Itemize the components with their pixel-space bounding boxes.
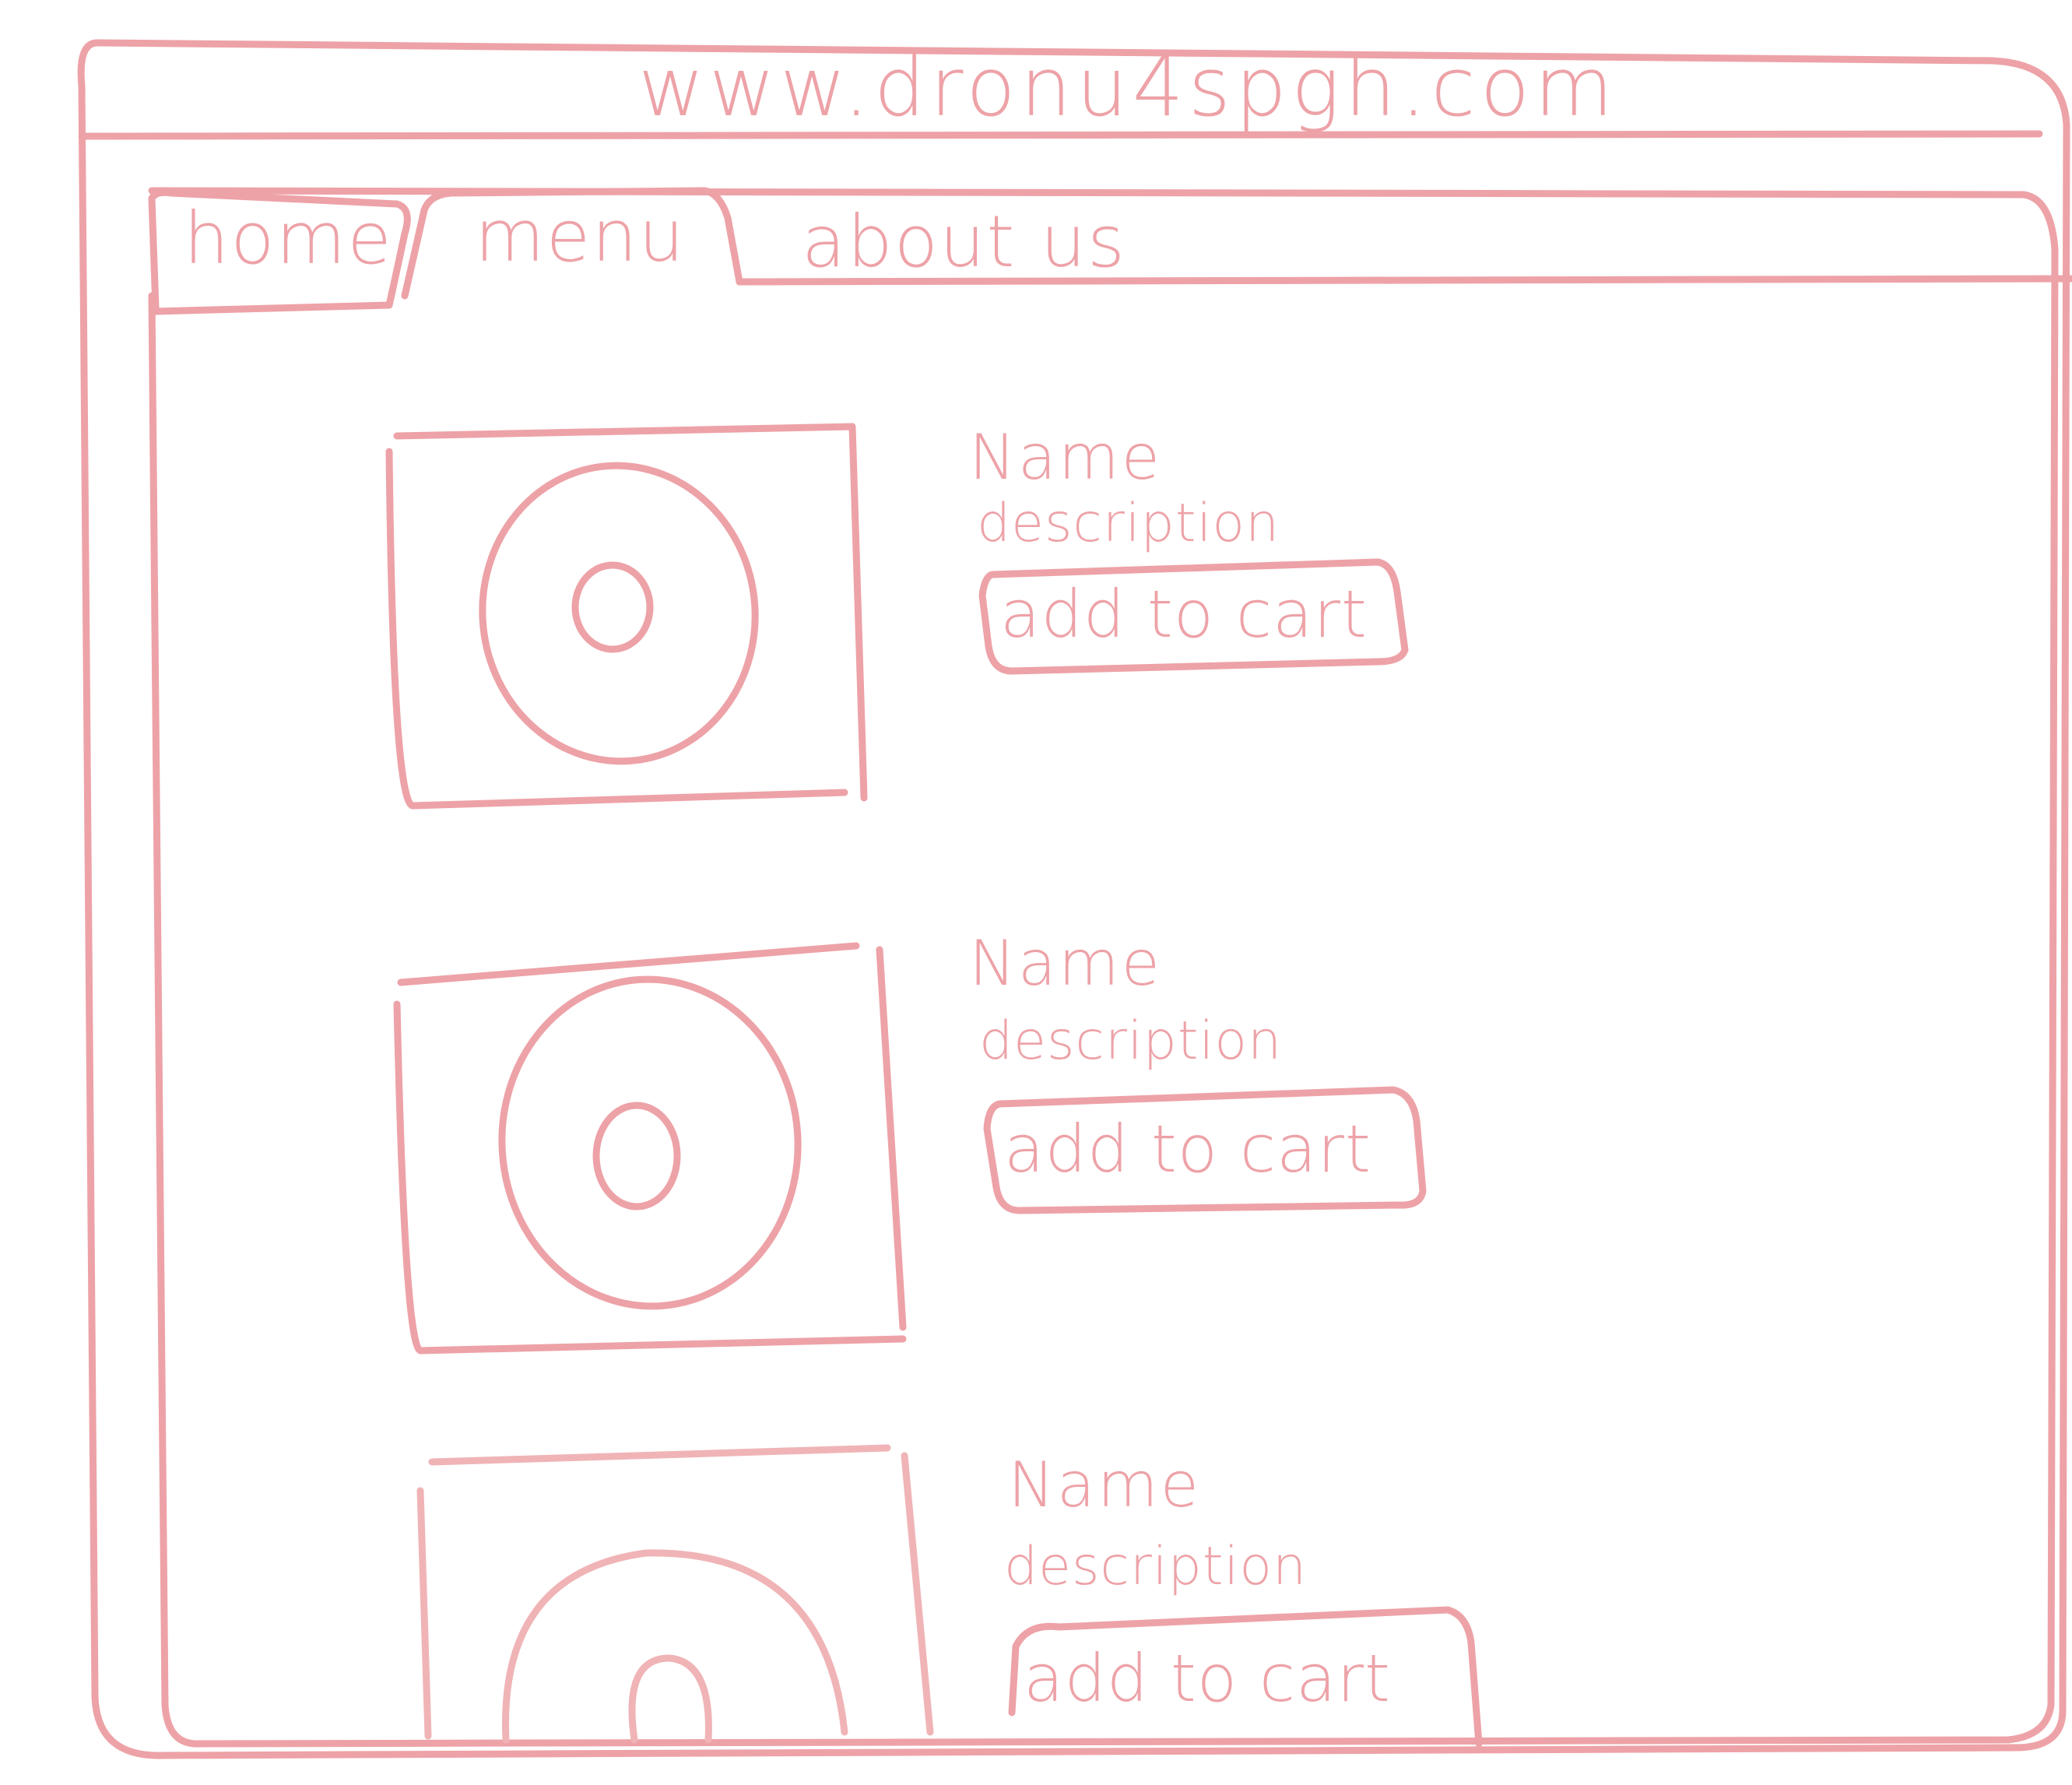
donut-icon [502,1549,848,1744]
menu-item: Name description add to cart [416,1444,1483,1748]
menu-item-name: Name [1008,1449,1201,1521]
donut-icon [498,975,802,1310]
menu-item-image [385,423,868,810]
menu-item-description: description [1004,1536,1307,1597]
add-to-cart-button[interactable]: add to cart [983,1086,1427,1214]
tab-home[interactable]: home [148,188,411,311]
tab-strip-line [152,275,2072,315]
menu-item-name: Name [969,927,1162,1000]
address-bar[interactable]: www.dronu4spgh.com [638,40,1618,135]
tab-about-us-label: about us [802,200,1126,283]
menu-item-image [393,942,907,1355]
menu-item-description: description [979,1010,1282,1072]
add-to-cart-button[interactable]: add to cart [978,558,1409,675]
tab-about-us[interactable]: about us [802,200,1126,283]
image-frame [385,423,868,810]
menu-item-description: description [977,493,1280,554]
tab-menu-label: menu [475,195,686,278]
add-to-cart-label: add to cart [1000,576,1368,652]
tab-menu[interactable]: menu [401,187,743,300]
menu-item-image [416,1444,934,1744]
menu-item: Name description add to cart [393,927,1427,1355]
add-to-cart-button[interactable]: add to cart [1008,1606,1483,1748]
donut-icon [479,462,759,765]
menu-item: Name description add to cart [385,421,1409,810]
browser-window-sketch: www.dronu4spgh.com home menu about us Na… [77,39,2072,1759]
tab-home-label: home [184,197,393,280]
add-to-cart-label: add to cart [1024,1640,1391,1716]
url-text: www.dronu4spgh.com [638,40,1618,135]
add-to-cart-label: add to cart [1004,1111,1371,1187]
image-frame [416,1444,934,1740]
image-frame [393,942,907,1355]
menu-item-name: Name [969,421,1162,494]
